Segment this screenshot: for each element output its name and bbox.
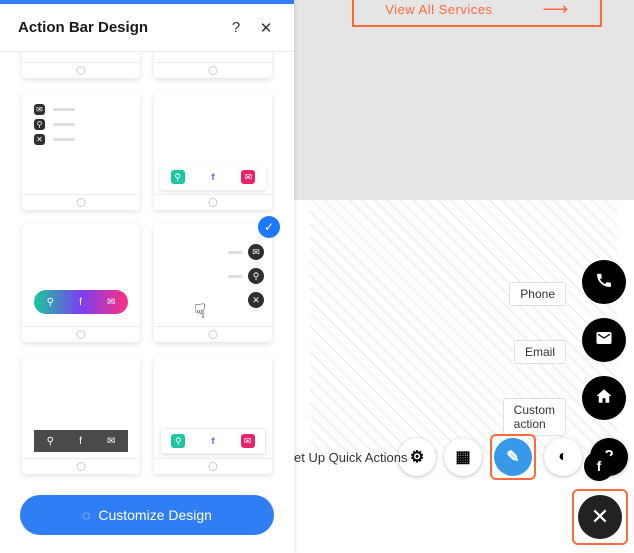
close-icon: ✕ xyxy=(591,504,609,530)
template-preview: ✉ ⚲ ✕ xyxy=(228,244,264,308)
pin-icon: ⚲ xyxy=(47,297,54,308)
customize-design-button[interactable]: ◌ Customize Design xyxy=(20,495,274,535)
template-option[interactable]: ✉ ⚲ ✕ xyxy=(22,92,140,210)
template-option[interactable] xyxy=(22,52,140,78)
fab-label-phone: Phone xyxy=(509,282,566,306)
fab-close-highlight: ✕ xyxy=(572,489,628,545)
pin-icon: ⚲ xyxy=(171,434,185,448)
fab-email[interactable] xyxy=(582,318,626,362)
cursor-icon: ☟ xyxy=(194,299,206,324)
view-all-services-button[interactable]: View All Services ⟶ xyxy=(352,0,602,27)
template-preview: ⚲ f ✉ xyxy=(160,428,266,454)
gear-icon: ⚙ xyxy=(410,447,424,467)
contrast-icon: ◐ xyxy=(558,448,568,466)
facebook-icon: f xyxy=(206,434,220,448)
toolbar-design-highlight: ✎ xyxy=(490,434,536,480)
template-option-selected[interactable]: ✓ ✉ ⚲ ✕ ☟ xyxy=(154,224,272,342)
fab-close[interactable]: ✕ xyxy=(578,495,622,539)
mail-icon: ✉ xyxy=(107,297,115,308)
help-icon: ? xyxy=(232,19,240,36)
pin-icon: ⚲ xyxy=(47,436,54,447)
panel-help[interactable]: ? xyxy=(226,19,246,36)
pin-icon: ⚲ xyxy=(34,119,45,130)
customize-label: Customize Design xyxy=(98,507,212,523)
panel-close[interactable]: ✕ xyxy=(256,19,276,37)
panel-footer: ◌ Customize Design xyxy=(0,481,294,553)
template-option[interactable]: ⚲ f ✉ xyxy=(154,356,272,474)
editor-canvas: View All Services ⟶ Phone Email Custom a… xyxy=(294,0,634,553)
panel-title: Action Bar Design xyxy=(18,19,216,36)
panel-header: Action Bar Design ? ✕ xyxy=(0,4,294,52)
template-preview: ⚲ f ✉ xyxy=(160,164,266,190)
mail-icon xyxy=(595,329,613,352)
template-preview: ⚲ f ✉ xyxy=(34,430,128,452)
facebook-badge[interactable]: f xyxy=(584,451,614,481)
mail-icon: ✉ xyxy=(34,104,45,115)
pin-icon: ⚲ xyxy=(171,170,185,184)
mail-icon: ✉ xyxy=(107,436,115,447)
drop-icon: ◌ xyxy=(82,507,90,523)
layout-icon: ▦ xyxy=(455,447,470,467)
facebook-icon: f xyxy=(206,170,220,184)
home-icon xyxy=(595,387,613,410)
design-panel: Action Bar Design ? ✕ ✉ ⚲ ✕ xyxy=(0,0,294,553)
fab-phone[interactable] xyxy=(582,260,626,304)
close-icon: ✕ xyxy=(260,20,273,37)
template-preview: ✉ ⚲ ✕ xyxy=(22,92,140,157)
phone-icon xyxy=(595,271,613,294)
toolbar-design[interactable]: ✎ xyxy=(494,438,532,476)
selection-area[interactable] xyxy=(310,200,618,454)
mail-icon: ✉ xyxy=(248,244,264,260)
canvas-hero-band: View All Services ⟶ xyxy=(294,0,634,200)
selected-check-icon: ✓ xyxy=(258,216,280,238)
services-label: View All Services xyxy=(385,2,492,17)
toolbar-hint: et Up Quick Actions xyxy=(294,450,407,465)
template-option[interactable]: ⚲ f ✉ xyxy=(22,224,140,342)
template-option[interactable] xyxy=(154,52,272,78)
mail-icon: ✉ xyxy=(241,170,255,184)
fab-custom[interactable] xyxy=(582,376,626,420)
fab-stack: Phone Email Custom action xyxy=(582,260,626,434)
toolbar-contrast[interactable]: ◐ xyxy=(544,438,582,476)
panel-body: ✉ ⚲ ✕ ⚲ f ✉ xyxy=(0,52,294,481)
close-icon: ✕ xyxy=(34,134,45,145)
close-icon: ✕ xyxy=(248,292,264,308)
template-grid: ✉ ⚲ ✕ ⚲ f ✉ xyxy=(22,52,272,474)
brush-icon: ✎ xyxy=(506,447,519,467)
toolbar-layout[interactable]: ▦ xyxy=(444,438,482,476)
facebook-icon: f xyxy=(79,436,82,447)
facebook-icon: f xyxy=(79,297,82,308)
fab-label-email: Email xyxy=(514,340,566,364)
pin-icon: ⚲ xyxy=(248,268,264,284)
template-option[interactable]: ⚲ f ✉ xyxy=(22,356,140,474)
template-preview: ⚲ f ✉ xyxy=(34,290,128,314)
arrow-right-icon: ⟶ xyxy=(542,0,568,20)
canvas-toolbar: et Up Quick Actions ⚙ ▦ ✎ ◐ ? xyxy=(294,430,634,484)
facebook-icon: f xyxy=(597,458,602,474)
template-option[interactable]: ⚲ f ✉ xyxy=(154,92,272,210)
mail-icon: ✉ xyxy=(241,434,255,448)
